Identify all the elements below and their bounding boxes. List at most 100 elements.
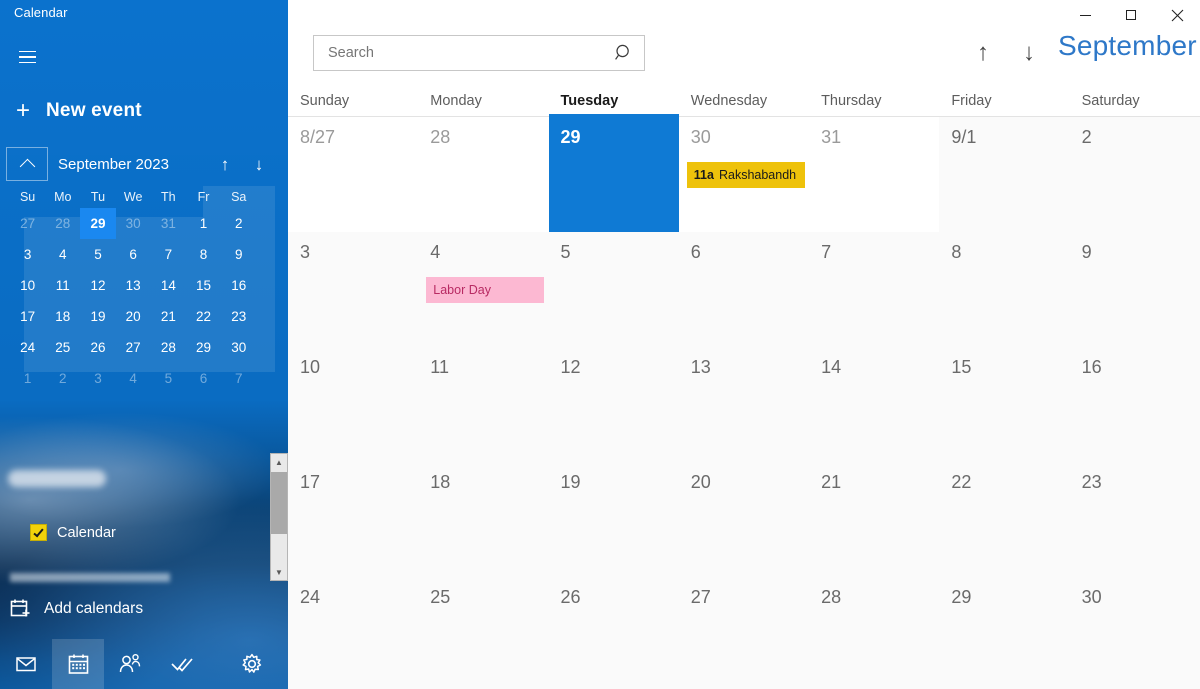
next-month-button[interactable]: ↓ bbox=[1010, 34, 1048, 72]
mini-calendar-day[interactable]: 5 bbox=[151, 363, 186, 394]
day-cell[interactable]: 26 bbox=[548, 577, 679, 689]
day-cell[interactable]: 10 bbox=[288, 347, 419, 462]
nav-people-icon[interactable] bbox=[104, 639, 156, 689]
mini-calendar-day[interactable]: 29 bbox=[80, 208, 116, 239]
day-cell[interactable]: 8 bbox=[939, 232, 1070, 347]
mini-calendar-day[interactable]: 23 bbox=[221, 301, 256, 332]
mini-calendar-day[interactable]: 4 bbox=[116, 363, 151, 394]
day-cell[interactable]: 25 bbox=[418, 577, 549, 689]
day-cell[interactable]: 23 bbox=[1069, 462, 1200, 577]
page-title[interactable]: September 2023 bbox=[1058, 30, 1200, 62]
mini-calendar-day[interactable]: 30 bbox=[221, 332, 256, 363]
day-cell[interactable]: 30 11a Rakshabandh bbox=[678, 117, 810, 232]
mini-calendar-day[interactable]: 28 bbox=[151, 332, 186, 363]
scrollbar-thumb[interactable] bbox=[271, 472, 287, 534]
mini-calendar-day[interactable]: 5 bbox=[80, 239, 115, 270]
day-cell[interactable]: 14 bbox=[809, 347, 940, 462]
day-cell[interactable]: 31 bbox=[809, 117, 940, 232]
mini-calendar-day[interactable]: 25 bbox=[45, 332, 80, 363]
day-cell[interactable]: 18 bbox=[418, 462, 549, 577]
mini-calendar-day[interactable]: 2 bbox=[221, 208, 256, 239]
mini-calendar-day[interactable]: 27 bbox=[10, 208, 45, 239]
mini-calendar-day[interactable]: 8 bbox=[186, 239, 221, 270]
mini-calendar-day[interactable]: 24 bbox=[10, 332, 45, 363]
scrollbar-up-icon[interactable]: ▲ bbox=[271, 454, 287, 470]
mini-calendar-day[interactable]: 10 bbox=[10, 270, 45, 301]
day-cell[interactable]: 24 bbox=[288, 577, 419, 689]
mini-calendar-day[interactable]: 3 bbox=[10, 239, 45, 270]
mini-calendar-day[interactable]: 12 bbox=[80, 270, 115, 301]
mini-calendar-next-button[interactable]: ↓ bbox=[242, 156, 276, 173]
mini-calendar-day[interactable]: 30 bbox=[116, 208, 151, 239]
day-cell[interactable]: 17 bbox=[288, 462, 419, 577]
sidebar-scrollbar[interactable]: ▲ ▼ bbox=[270, 453, 288, 581]
search-input[interactable]: Search bbox=[313, 35, 645, 71]
mini-calendar-day[interactable]: 26 bbox=[80, 332, 115, 363]
day-cell[interactable]: 2 bbox=[1069, 117, 1200, 232]
previous-month-button[interactable]: ↑ bbox=[964, 34, 1002, 72]
day-cell[interactable]: 5 bbox=[548, 232, 679, 347]
mini-calendar-day[interactable]: 28 bbox=[45, 208, 80, 239]
calendar-checkbox[interactable] bbox=[30, 524, 47, 541]
day-cell[interactable]: 29 bbox=[548, 117, 679, 232]
day-cell[interactable]: 28 bbox=[418, 117, 549, 232]
mini-calendar-day[interactable]: 7 bbox=[221, 363, 256, 394]
day-cell[interactable]: 19 bbox=[548, 462, 679, 577]
search-icon[interactable] bbox=[604, 43, 644, 63]
hamburger-icon[interactable] bbox=[8, 40, 46, 74]
calendar-event[interactable]: Labor Day bbox=[426, 277, 545, 303]
day-cell[interactable]: 13 bbox=[678, 347, 810, 462]
mini-calendar-day[interactable]: 11 bbox=[45, 270, 80, 301]
mini-calendar-day[interactable]: 6 bbox=[116, 239, 151, 270]
mini-calendar-day[interactable]: 3 bbox=[80, 363, 115, 394]
day-cell[interactable]: 4 Labor Day bbox=[418, 232, 549, 347]
mini-calendar-day[interactable]: 20 bbox=[116, 301, 151, 332]
mini-calendar-day[interactable]: 16 bbox=[221, 270, 256, 301]
add-calendars-button[interactable]: Add calendars bbox=[10, 598, 143, 620]
new-event-button[interactable]: + New event bbox=[0, 90, 288, 132]
mini-calendar-collapse-button[interactable] bbox=[6, 147, 48, 181]
mini-calendar-day[interactable]: 15 bbox=[186, 270, 221, 301]
mini-calendar-day[interactable]: 1 bbox=[10, 363, 45, 394]
mini-calendar-day[interactable]: 6 bbox=[186, 363, 221, 394]
day-cell[interactable]: 12 bbox=[548, 347, 679, 462]
mini-calendar-day[interactable]: 13 bbox=[116, 270, 151, 301]
mini-calendar-day[interactable]: 4 bbox=[45, 239, 80, 270]
day-cell[interactable]: 9 bbox=[1069, 232, 1200, 347]
nav-mail-icon[interactable] bbox=[0, 639, 52, 689]
mini-calendar-day[interactable]: 27 bbox=[116, 332, 151, 363]
day-cell[interactable]: 22 bbox=[939, 462, 1070, 577]
day-cell[interactable]: 7 bbox=[809, 232, 940, 347]
mini-calendar-day[interactable]: 22 bbox=[186, 301, 221, 332]
day-cell[interactable]: 27 bbox=[678, 577, 810, 689]
day-cell[interactable]: 6 bbox=[678, 232, 810, 347]
mini-calendar-day[interactable]: 31 bbox=[151, 208, 186, 239]
mini-calendar-day[interactable]: 17 bbox=[10, 301, 45, 332]
mini-calendar-day[interactable]: 14 bbox=[151, 270, 186, 301]
day-cell[interactable]: 29 bbox=[939, 577, 1070, 689]
day-cell[interactable]: 16 bbox=[1069, 347, 1200, 462]
nav-calendar-icon[interactable] bbox=[52, 639, 104, 689]
mini-calendar-day[interactable]: 2 bbox=[45, 363, 80, 394]
nav-settings-gear-icon[interactable] bbox=[226, 639, 278, 689]
day-cell[interactable]: 30 bbox=[1069, 577, 1200, 689]
calendar-list-item-calendar[interactable]: Calendar bbox=[30, 524, 116, 541]
day-cell[interactable]: 28 bbox=[809, 577, 940, 689]
mini-calendar-day[interactable]: 29 bbox=[186, 332, 221, 363]
mini-calendar-day[interactable]: 18 bbox=[45, 301, 80, 332]
mini-calendar-day[interactable]: 9 bbox=[221, 239, 256, 270]
day-cell[interactable]: 8/27 bbox=[288, 117, 419, 232]
scrollbar-down-icon[interactable]: ▼ bbox=[271, 564, 287, 580]
day-cell[interactable]: 11 bbox=[418, 347, 549, 462]
nav-todo-icon[interactable] bbox=[156, 639, 208, 689]
day-cell[interactable]: 9/1 bbox=[939, 117, 1070, 232]
mini-calendar-day[interactable]: 21 bbox=[151, 301, 186, 332]
mini-calendar-day[interactable]: 7 bbox=[151, 239, 186, 270]
day-cell[interactable]: 3 bbox=[288, 232, 419, 347]
mini-calendar-prev-button[interactable]: ↑ bbox=[208, 156, 242, 173]
mini-calendar-day[interactable]: 1 bbox=[186, 208, 221, 239]
day-cell[interactable]: 21 bbox=[809, 462, 940, 577]
day-cell[interactable]: 15 bbox=[939, 347, 1070, 462]
calendar-event[interactable]: 11a Rakshabandh bbox=[686, 162, 805, 188]
day-cell[interactable]: 20 bbox=[678, 462, 810, 577]
